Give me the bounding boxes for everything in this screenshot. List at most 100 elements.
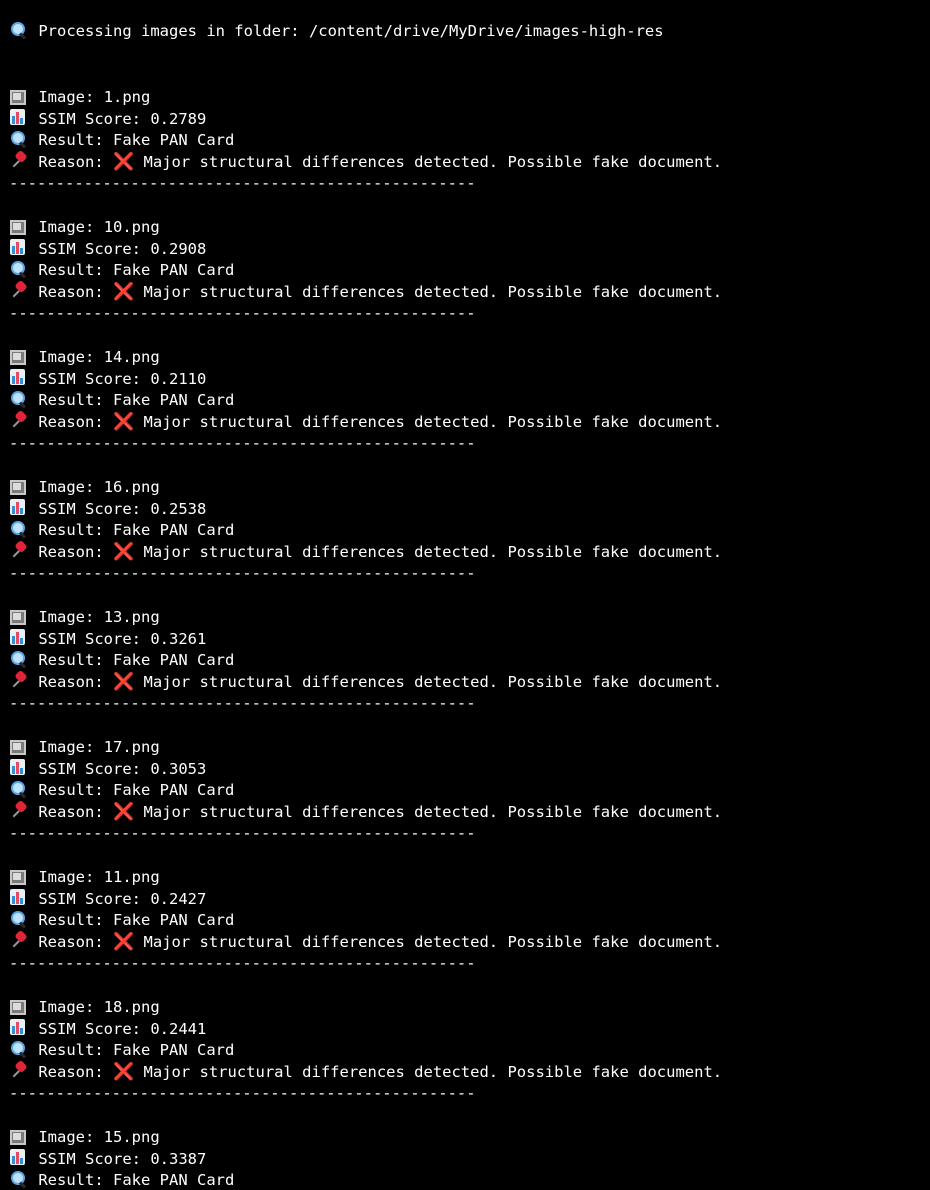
reason-text: Major structural differences detected. P…	[143, 1063, 723, 1081]
result-label: Result:	[38, 261, 104, 279]
entry-reason-line: Reason: ❌ Major structural differences d…	[9, 1059, 723, 1083]
result-label: Result:	[38, 131, 104, 149]
result-label: Result:	[38, 911, 104, 929]
entry-image-line: Image: 15.png	[9, 1126, 160, 1148]
image-label: Image:	[38, 478, 95, 496]
reason-text: Major structural differences detected. P…	[143, 933, 723, 951]
magnifier-icon	[9, 130, 29, 149]
reason-label: Reason:	[38, 413, 104, 431]
magnifier-icon	[9, 1170, 29, 1189]
entry-image-line: Image: 1.png	[9, 86, 150, 108]
ssim-score-value: 0.2110	[150, 370, 207, 388]
result-value: Fake PAN Card	[113, 1171, 235, 1189]
magnifier-icon	[9, 910, 29, 929]
frame-icon	[9, 999, 27, 1015]
separator: ----------------------------------------…	[9, 434, 476, 452]
image-filename: 1.png	[103, 88, 151, 106]
reason-text: Major structural differences detected. P…	[143, 283, 723, 301]
result-value: Fake PAN Card	[113, 521, 235, 539]
bar-chart-icon	[9, 369, 29, 387]
separator-line: ----------------------------------------…	[9, 302, 476, 324]
entry-reason-line: Reason: ❌ Major structural differences d…	[9, 539, 723, 563]
pushpin-icon	[9, 799, 29, 820]
reason-label: Reason:	[38, 283, 104, 301]
entry-result-line: Result: Fake PAN Card	[9, 779, 234, 801]
frame-icon	[9, 609, 27, 625]
entry-image-line: Image: 11.png	[9, 866, 160, 888]
score-label: SSIM Score:	[38, 370, 141, 388]
bar-chart-icon	[9, 1019, 29, 1037]
entry-image-line: Image: 13.png	[9, 606, 160, 628]
separator: ----------------------------------------…	[9, 304, 476, 322]
separator: ----------------------------------------…	[9, 564, 476, 582]
score-label: SSIM Score:	[38, 110, 141, 128]
entry-reason-line: Reason: ❌ Major structural differences d…	[9, 669, 723, 693]
ssim-score-value: 0.2538	[150, 500, 207, 518]
entry-score-line: SSIM Score: 0.2538	[9, 498, 206, 520]
image-filename: 13.png	[103, 608, 160, 626]
entry-score-line: SSIM Score: 0.2908	[9, 238, 206, 260]
image-label: Image:	[38, 738, 95, 756]
magnifier-icon	[9, 780, 29, 799]
entry-score-line: SSIM Score: 0.3053	[9, 758, 206, 780]
pushpin-icon	[9, 149, 29, 170]
separator: ----------------------------------------…	[9, 824, 476, 842]
ssim-score-value: 0.2789	[150, 110, 207, 128]
magnifier-icon	[9, 520, 29, 539]
separator-line: ----------------------------------------…	[9, 172, 476, 194]
reason-text: Major structural differences detected. P…	[143, 673, 723, 691]
score-label: SSIM Score:	[38, 500, 141, 518]
entry-score-line: SSIM Score: 0.2789	[9, 108, 206, 130]
entry-score-line: SSIM Score: 0.3261	[9, 628, 206, 650]
image-label: Image:	[38, 1128, 95, 1146]
score-label: SSIM Score:	[38, 240, 141, 258]
entry-score-line: SSIM Score: 0.2427	[9, 888, 206, 910]
entry-score-line: SSIM Score: 0.2110	[9, 368, 206, 390]
result-label: Result:	[38, 1041, 104, 1059]
score-label: SSIM Score:	[38, 630, 141, 648]
cross-mark-icon: ❌	[113, 282, 135, 302]
image-filename: 17.png	[103, 738, 160, 756]
result-label: Result:	[38, 781, 104, 799]
result-value: Fake PAN Card	[113, 1041, 235, 1059]
separator-line: ----------------------------------------…	[9, 1082, 476, 1104]
result-value: Fake PAN Card	[113, 781, 235, 799]
console-output: Processing images in folder: /content/dr…	[0, 0, 930, 1190]
ssim-score-value: 0.2427	[150, 890, 207, 908]
image-label: Image:	[38, 608, 95, 626]
separator-line: ----------------------------------------…	[9, 822, 476, 844]
magnifier-icon	[9, 650, 29, 669]
bar-chart-icon	[9, 499, 29, 517]
ssim-score-value: 0.3387	[150, 1150, 207, 1168]
reason-text: Major structural differences detected. P…	[143, 153, 723, 171]
separator-line: ----------------------------------------…	[9, 562, 476, 584]
entry-result-line: Result: Fake PAN Card	[9, 1169, 234, 1190]
entry-image-line: Image: 14.png	[9, 346, 160, 368]
pushpin-icon	[9, 669, 29, 690]
image-label: Image:	[38, 88, 95, 106]
entry-result-line: Result: Fake PAN Card	[9, 519, 234, 541]
ssim-score-value: 0.2441	[150, 1020, 207, 1038]
header-text: Processing images in folder: /content/dr…	[38, 22, 664, 40]
entry-score-line: SSIM Score: 0.2441	[9, 1018, 206, 1040]
result-value: Fake PAN Card	[113, 391, 235, 409]
entry-result-line: Result: Fake PAN Card	[9, 389, 234, 411]
result-label: Result:	[38, 391, 104, 409]
separator: ----------------------------------------…	[9, 954, 476, 972]
bar-chart-icon	[9, 1149, 29, 1167]
cross-mark-icon: ❌	[113, 412, 135, 432]
frame-icon	[9, 219, 27, 235]
cross-mark-icon: ❌	[113, 802, 135, 822]
reason-label: Reason:	[38, 803, 104, 821]
reason-label: Reason:	[38, 153, 104, 171]
reason-text: Major structural differences detected. P…	[143, 543, 723, 561]
image-label: Image:	[38, 868, 95, 886]
entry-image-line: Image: 10.png	[9, 216, 160, 238]
pushpin-icon	[9, 279, 29, 300]
pushpin-icon	[9, 539, 29, 560]
separator: ----------------------------------------…	[9, 174, 476, 192]
cross-mark-icon: ❌	[113, 672, 135, 692]
score-label: SSIM Score:	[38, 890, 141, 908]
reason-text: Major structural differences detected. P…	[143, 413, 723, 431]
reason-text: Major structural differences detected. P…	[143, 803, 723, 821]
